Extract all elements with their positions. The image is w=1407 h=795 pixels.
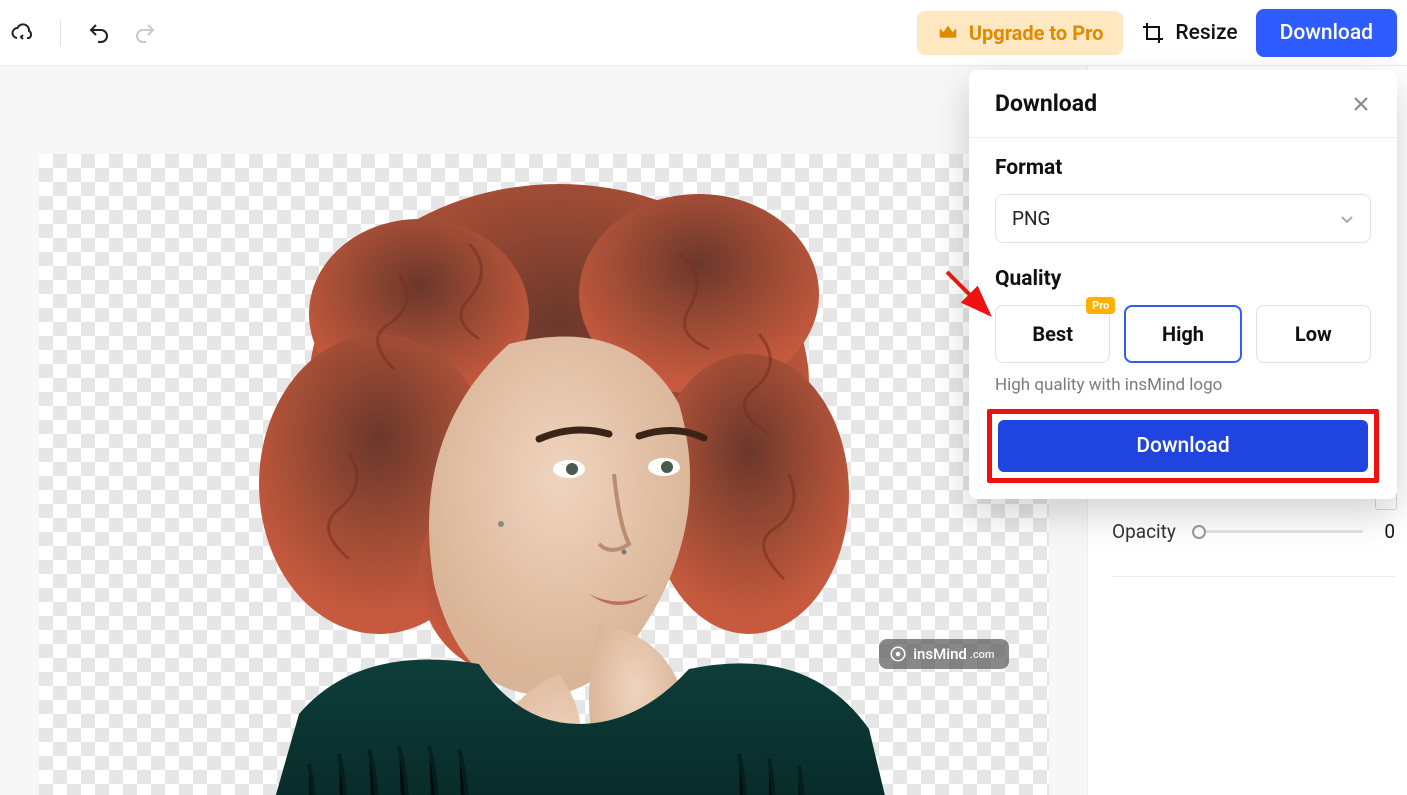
- side-divider: [1112, 576, 1395, 577]
- upgrade-button[interactable]: Upgrade to Pro: [917, 11, 1124, 55]
- undo-icon[interactable]: [87, 21, 111, 45]
- resize-label: Resize: [1175, 21, 1237, 45]
- watermark-logo-icon: [889, 645, 907, 663]
- editor-canvas[interactable]: insMind .com: [39, 154, 1049, 795]
- redo-icon[interactable]: [133, 21, 157, 45]
- toolbar-left: [10, 20, 157, 46]
- crown-icon: [937, 22, 959, 44]
- opacity-label: Opacity: [1112, 520, 1176, 543]
- upgrade-label: Upgrade to Pro: [969, 21, 1104, 45]
- quality-section-label: Quality: [995, 267, 1371, 291]
- popup-body: Format PNG Quality Best Pro High Low Hig…: [969, 138, 1397, 499]
- quality-options: Best Pro High Low: [995, 305, 1371, 363]
- download-button-top[interactable]: Download: [1256, 9, 1397, 57]
- resize-button[interactable]: Resize: [1141, 21, 1237, 45]
- opacity-slider[interactable]: [1194, 530, 1363, 533]
- toolbar-right: Upgrade to Pro Resize Download: [917, 9, 1397, 57]
- opacity-value: 0: [1381, 520, 1395, 543]
- format-select[interactable]: PNG: [995, 194, 1371, 243]
- canvas-wrap: insMind .com: [0, 66, 1087, 795]
- quality-option-best[interactable]: Best Pro: [995, 305, 1110, 363]
- cloud-sync-icon[interactable]: [10, 21, 34, 45]
- popup-header: Download: [969, 70, 1397, 138]
- download-confirm-button[interactable]: Download: [998, 420, 1368, 472]
- format-value: PNG: [1012, 207, 1050, 230]
- popup-title: Download: [995, 90, 1097, 117]
- opacity-slider-thumb[interactable]: [1192, 525, 1206, 539]
- subject-image: [39, 154, 1049, 795]
- quality-best-label: Best: [1032, 322, 1073, 346]
- quality-option-low[interactable]: Low: [1256, 305, 1371, 363]
- watermark-brand: insMind: [913, 645, 967, 663]
- download-popup: Download Format PNG Quality Best Pro Hig…: [969, 70, 1397, 499]
- download-top-label: Download: [1280, 21, 1373, 45]
- format-section-label: Format: [995, 156, 1371, 180]
- watermark: insMind .com: [879, 639, 1008, 669]
- crop-icon: [1141, 21, 1165, 45]
- quality-option-high[interactable]: High: [1124, 305, 1241, 363]
- pro-badge: Pro: [1086, 297, 1115, 314]
- watermark-ext: .com: [970, 648, 995, 663]
- close-icon[interactable]: [1351, 94, 1371, 114]
- chevron-down-icon: [1340, 212, 1354, 226]
- top-toolbar: Upgrade to Pro Resize Download: [0, 0, 1407, 66]
- opacity-row: Opacity 0: [1112, 520, 1395, 543]
- quality-low-label: Low: [1295, 322, 1332, 346]
- annotation-highlight: Download: [987, 409, 1379, 483]
- download-confirm-label: Download: [1136, 434, 1229, 458]
- quality-description: High quality with insMind logo: [995, 375, 1371, 395]
- toolbar-separator: [60, 20, 61, 46]
- quality-high-label: High: [1162, 322, 1204, 346]
